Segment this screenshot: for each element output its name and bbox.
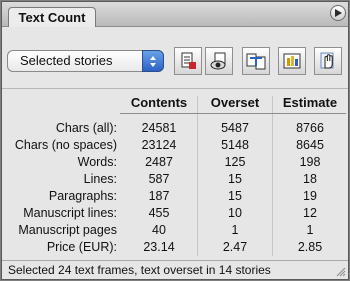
panel-titlebar: Text Count (2, 2, 348, 27)
cell-contents: 187 (148, 189, 170, 203)
hand-icon (320, 52, 334, 69)
text-frame-icon (246, 53, 266, 70)
selection-dropdown-value: Selected stories (20, 53, 113, 68)
toolbar-divider (2, 88, 348, 89)
view-icon (210, 52, 226, 70)
tool-button-view[interactable] (205, 47, 233, 75)
table-row: Chars (all): 24581 5487 8766 (2, 120, 348, 136)
document-icon (181, 52, 196, 69)
header-contents: Contents (130, 95, 188, 110)
table-row: Manuscript lines: 455 10 12 (2, 205, 348, 221)
cell-estimate: 18 (303, 172, 317, 186)
cell-contents: 23124 (141, 138, 177, 152)
cell-estimate: 8645 (296, 138, 324, 152)
row-label: Words: (77, 155, 117, 169)
row-label: Manuscript lines: (23, 206, 117, 220)
cell-overset: 15 (228, 172, 242, 186)
table-row: Chars (no spaces) 23124 5148 8645 (2, 137, 348, 153)
table-row: Lines: 587 15 18 (2, 171, 348, 187)
cell-overset: 1 (231, 223, 239, 237)
cell-overset: 2.47 (222, 240, 248, 254)
row-label: Manuscript pages (18, 223, 117, 237)
header-overset: Overset (210, 95, 260, 110)
cell-overset: 125 (224, 155, 246, 169)
selection-dropdown[interactable]: Selected stories (7, 50, 164, 72)
row-label: Lines: (83, 172, 117, 186)
cell-estimate: 1 (306, 223, 314, 237)
cell-overset: 5148 (221, 138, 249, 152)
bar-chart-icon (283, 53, 301, 69)
tab-text-count[interactable]: Text Count (8, 7, 96, 27)
cell-overset: 10 (228, 206, 242, 220)
table-row: Manuscript pages 40 1 1 (2, 222, 348, 238)
row-label: Chars (all): (55, 121, 117, 135)
table-row: Words: 2487 125 198 (2, 154, 348, 170)
row-label: Price (EUR): (46, 240, 117, 254)
row-label: Paragraphs: (48, 189, 117, 203)
tool-button-hand[interactable] (314, 47, 342, 75)
tool-button-document[interactable] (174, 47, 202, 75)
cell-estimate: 2.85 (297, 240, 323, 254)
cell-contents: 455 (148, 206, 170, 220)
header-estimate: Estimate (282, 95, 338, 110)
table-row: Paragraphs: 187 15 19 (2, 188, 348, 204)
cell-contents: 40 (152, 223, 166, 237)
cell-contents: 587 (148, 172, 170, 186)
tool-button-chart[interactable] (278, 47, 306, 75)
table-row: Price (EUR): 23.14 2.47 2.85 (2, 239, 348, 255)
cell-estimate: 198 (299, 155, 321, 169)
cell-estimate: 19 (303, 189, 317, 203)
count-table: Contents Overset Estimate Chars (all): 2… (2, 94, 348, 262)
cell-contents: 2487 (145, 155, 173, 169)
dropdown-arrows-icon (142, 50, 164, 72)
text-count-panel: Text Count Selected stories Contents Ove… (1, 1, 349, 280)
tool-button-text-frame[interactable] (242, 47, 270, 75)
cell-contents: 24581 (141, 121, 177, 135)
toolbar: Selected stories (2, 28, 348, 88)
resize-grip-icon[interactable] (335, 266, 346, 277)
cell-estimate: 8766 (296, 121, 324, 135)
cell-overset: 15 (228, 189, 242, 203)
status-bar: Selected 24 text frames, text overset in… (2, 260, 348, 279)
panel-menu-button[interactable] (330, 5, 346, 21)
row-label: Chars (no spaces) (14, 138, 117, 152)
cell-overset: 5487 (221, 121, 249, 135)
status-text: Selected 24 text frames, text overset in… (8, 263, 271, 277)
cell-contents: 23.14 (143, 240, 175, 254)
cell-estimate: 12 (303, 206, 317, 220)
header-underline (120, 113, 346, 114)
play-arrow-icon (335, 9, 342, 17)
